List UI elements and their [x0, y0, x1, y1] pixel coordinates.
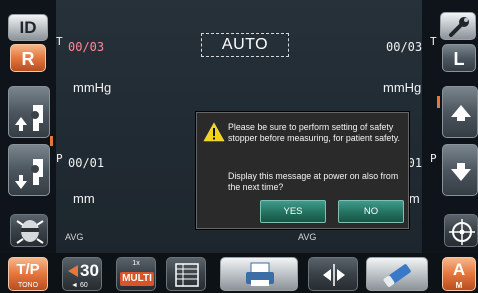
- arrow-up-icon: [451, 105, 471, 121]
- tono-main-label: T/P: [16, 261, 40, 278]
- dialog-message-display-again: Display this message at power on also fr…: [228, 171, 399, 192]
- dialog-message-safety: Please be sure to perform setting of saf…: [228, 122, 400, 143]
- left-t-label: T: [430, 35, 437, 48]
- auto-mode-sub-label: M: [455, 281, 463, 290]
- left-eye-label: L: [453, 49, 465, 69]
- arrow-left-icon: [68, 265, 78, 277]
- yes-button[interactable]: YES: [260, 200, 326, 223]
- chinrest-down-icon: [15, 159, 43, 189]
- printer-icon: [246, 262, 274, 286]
- right-p-unit: mm: [73, 191, 95, 206]
- tono-sub-label: TONO: [17, 282, 39, 289]
- left-orange-indicator: [50, 136, 53, 146]
- right-eye-button[interactable]: R: [10, 44, 46, 72]
- pupil-distance-button[interactable]: [308, 257, 358, 291]
- right-eye-label: R: [21, 49, 35, 69]
- arrow-down-icon: [451, 163, 471, 181]
- eraser-icon: [383, 264, 411, 287]
- right-orange-indicator: [437, 96, 440, 108]
- table-up-button[interactable]: [442, 86, 478, 138]
- pressure-sub-arrow: ◄: [71, 282, 78, 289]
- left-t-unit: mmHg: [383, 80, 422, 95]
- wrench-icon: [449, 17, 469, 37]
- pressure-sub-value: 60: [80, 282, 88, 289]
- right-t-label: T: [56, 35, 63, 48]
- multi-sub-label: 1x: [132, 260, 140, 267]
- auto-mode-button[interactable]: A M: [442, 257, 476, 291]
- face-detect-button[interactable]: [10, 214, 48, 247]
- left-t-value: 00/03: [386, 40, 423, 54]
- id-button[interactable]: ID: [8, 14, 48, 41]
- chinrest-down-button[interactable]: [8, 144, 50, 196]
- id-label: ID: [19, 18, 37, 37]
- face-icon: [16, 220, 44, 244]
- data-list-button[interactable]: [166, 257, 206, 291]
- right-p-value: 00/01: [68, 156, 105, 170]
- crosshair-icon: [449, 219, 475, 245]
- mode-indicator: AUTO: [201, 33, 289, 57]
- right-avg-label: AVG: [65, 232, 84, 242]
- right-p-label: P: [56, 152, 63, 165]
- bottom-toolbar: T/P TONO 30 ◄ 60 1x MULTI A M: [0, 253, 478, 293]
- left-avg-label: AVG: [298, 232, 317, 242]
- left-p-label: P: [430, 152, 437, 165]
- safety-warning-dialog: Please be sure to perform setting of saf…: [196, 112, 409, 229]
- tono-mode-button[interactable]: T/P TONO: [8, 257, 48, 291]
- right-t-unit: mmHg: [73, 80, 112, 95]
- table-down-button[interactable]: [442, 144, 478, 196]
- warning-icon: [203, 122, 225, 142]
- auto-mode-label: A: [452, 260, 466, 279]
- settings-button[interactable]: [440, 12, 476, 40]
- pressure-button[interactable]: 30 ◄ 60: [62, 257, 102, 291]
- clear-button[interactable]: [366, 257, 428, 291]
- measurement-area: T 00/03 mmHg P 00/01 mm AVG AUTO 00/03 T…: [56, 0, 437, 253]
- chinrest-up-button[interactable]: [8, 86, 50, 138]
- alignment-button[interactable]: [444, 214, 478, 247]
- align-center-icon: [323, 264, 345, 286]
- pressure-value: 30: [80, 261, 99, 280]
- left-eye-button[interactable]: L: [442, 44, 476, 72]
- right-t-value: 00/03: [68, 40, 105, 54]
- print-button[interactable]: [220, 257, 298, 291]
- screen: ID R L T 00/03 mmHg P 00/01 mm AVG AUTO …: [0, 0, 478, 293]
- no-button[interactable]: NO: [338, 200, 404, 223]
- chinrest-up-icon: [15, 105, 43, 131]
- multi-button[interactable]: 1x MULTI: [116, 257, 156, 291]
- multi-label: MULTI: [120, 272, 154, 286]
- table-list-icon: [175, 263, 199, 287]
